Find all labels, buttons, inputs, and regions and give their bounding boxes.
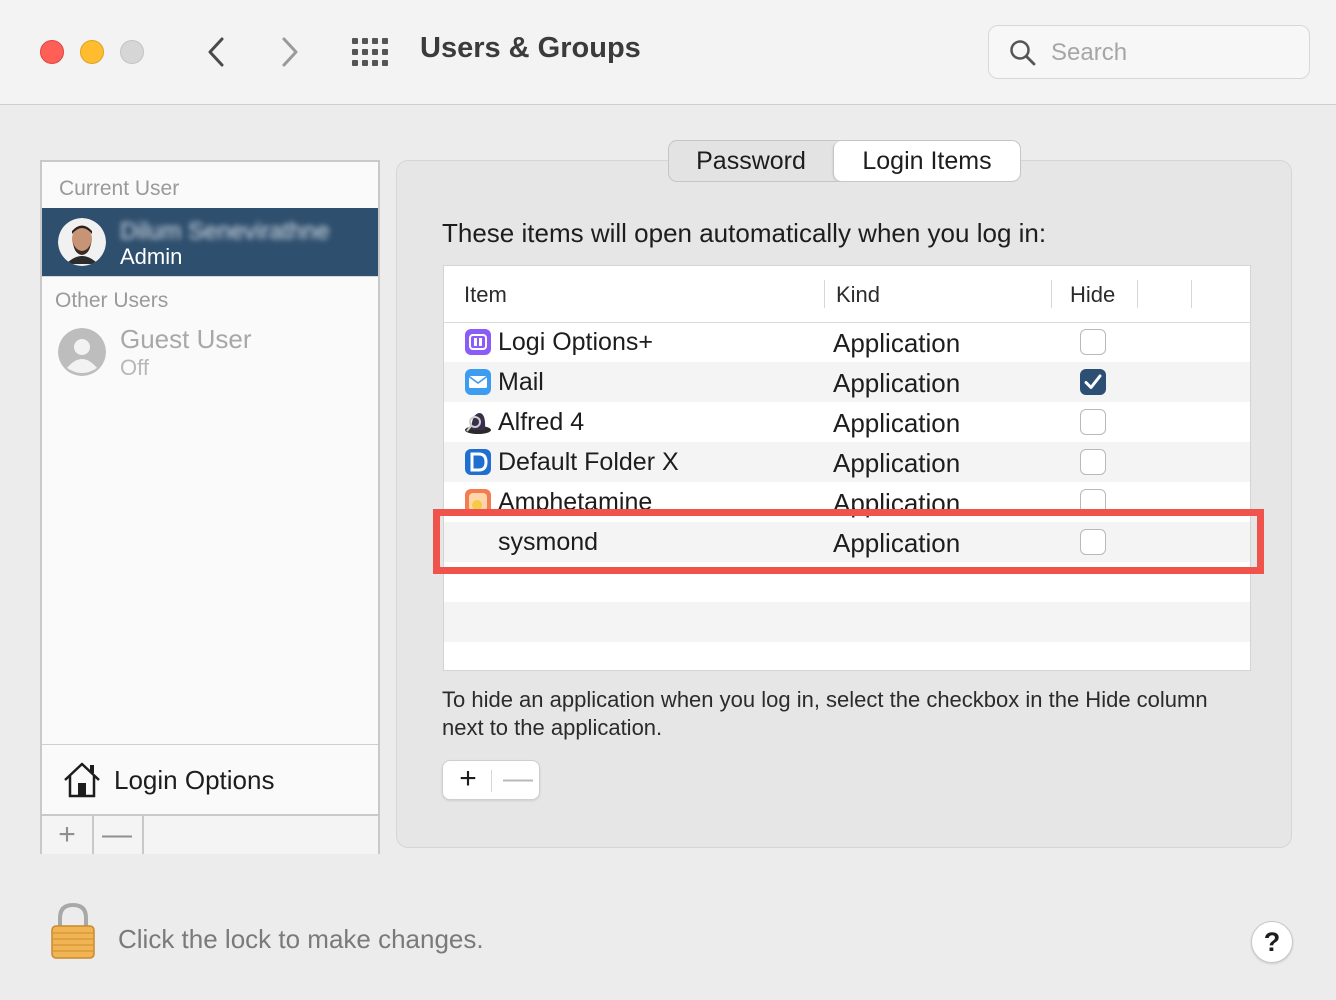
- item-kind: Application: [833, 408, 961, 438]
- hide-checkbox[interactable]: [1080, 409, 1106, 435]
- user-avatar: [58, 218, 106, 266]
- window-titlebar: Users & Groups: [0, 0, 1336, 105]
- column-separator: [1191, 280, 1192, 308]
- search-icon: [1010, 40, 1036, 66]
- column-header-kind[interactable]: Kind: [836, 282, 880, 308]
- guest-user-status: Off: [120, 355, 149, 380]
- table-row[interactable]: Mail Application: [444, 362, 1250, 402]
- login-options-item[interactable]: Login Options: [42, 744, 378, 815]
- login-options-label: Login Options: [114, 765, 275, 795]
- section-divider: [42, 276, 378, 277]
- current-user-header: Current User: [59, 177, 180, 200]
- add-login-item-button[interactable]: +: [453, 761, 483, 799]
- item-kind: Application: [833, 368, 961, 398]
- users-list-panel: Current User Dilum Senevirathne Admin Ot…: [40, 160, 380, 854]
- tab-login-items[interactable]: Login Items: [833, 141, 1020, 181]
- table-header: Item Kind Hide: [444, 266, 1250, 323]
- lock-icon[interactable]: [50, 902, 96, 960]
- table-row[interactable]: Default Folder X Application: [444, 442, 1250, 482]
- current-user-role: Admin: [120, 244, 183, 269]
- hide-hint-text: To hide an application when you log in, …: [442, 687, 1208, 740]
- table-row[interactable]: Alfred 4 Application: [444, 402, 1250, 442]
- show-all-grid-button[interactable]: [352, 38, 392, 66]
- window-title: Users & Groups: [420, 32, 641, 64]
- item-name: Logi Options+: [498, 328, 653, 356]
- login-items-add-remove: + —: [442, 760, 540, 800]
- checkmark-icon: [1084, 374, 1102, 389]
- hide-checkbox[interactable]: [1080, 449, 1106, 475]
- tab-bar: Password Login Items: [668, 140, 1021, 182]
- column-header-hide[interactable]: Hide: [1070, 282, 1115, 308]
- lock-hint-text: Click the lock to make changes.: [118, 924, 484, 954]
- chevron-right-icon: [282, 37, 298, 67]
- current-user-name: Dilum Senevirathne: [120, 218, 330, 245]
- logi-options-icon: [465, 329, 491, 355]
- column-header-item[interactable]: Item: [464, 282, 507, 308]
- item-kind: Application: [833, 448, 961, 478]
- guest-user-name: Guest User: [120, 324, 252, 354]
- chevron-left-icon: [208, 37, 224, 67]
- guest-avatar-icon: [58, 328, 106, 376]
- item-name: Default Folder X: [498, 448, 679, 476]
- item-kind: Application: [833, 328, 961, 358]
- guest-user-row[interactable]: Guest User Off: [42, 320, 378, 382]
- users-add-remove-bar: + —: [42, 814, 378, 854]
- empty-row: [444, 602, 1250, 642]
- add-user-button[interactable]: +: [42, 816, 94, 854]
- default-folder-icon: [465, 449, 491, 475]
- alfred-icon: [465, 413, 491, 434]
- mail-icon: [465, 369, 491, 395]
- zoom-window-button[interactable]: [120, 40, 144, 64]
- item-name: Mail: [498, 368, 544, 396]
- table-row[interactable]: Logi Options+ Application: [444, 322, 1250, 362]
- help-button[interactable]: ?: [1251, 921, 1293, 963]
- house-icon: [64, 762, 100, 798]
- forward-button[interactable]: [270, 32, 310, 72]
- login-items-intro: These items will open automatically when…: [442, 218, 1047, 248]
- other-users-header: Other Users: [55, 289, 169, 312]
- tab-password[interactable]: Password: [669, 141, 833, 181]
- search-field[interactable]: [988, 25, 1310, 79]
- back-button[interactable]: [196, 32, 236, 72]
- column-separator: [824, 280, 825, 308]
- item-name: Alfred 4: [498, 408, 585, 436]
- search-input[interactable]: [1049, 36, 1293, 70]
- close-window-button[interactable]: [40, 40, 64, 64]
- minimize-window-button[interactable]: [80, 40, 104, 64]
- column-separator: [1051, 280, 1052, 308]
- current-user-row[interactable]: Dilum Senevirathne Admin: [42, 208, 378, 276]
- column-separator: [1137, 280, 1138, 308]
- highlight-box-sysmond: [433, 509, 1264, 574]
- remove-user-button[interactable]: —: [92, 816, 144, 854]
- hide-checkbox[interactable]: [1080, 329, 1106, 355]
- remove-login-item-button[interactable]: —: [503, 761, 533, 799]
- hide-checkbox[interactable]: [1080, 369, 1106, 395]
- login-items-table: Item Kind Hide Logi Options+ Application…: [443, 265, 1251, 671]
- button-separator: [491, 770, 492, 792]
